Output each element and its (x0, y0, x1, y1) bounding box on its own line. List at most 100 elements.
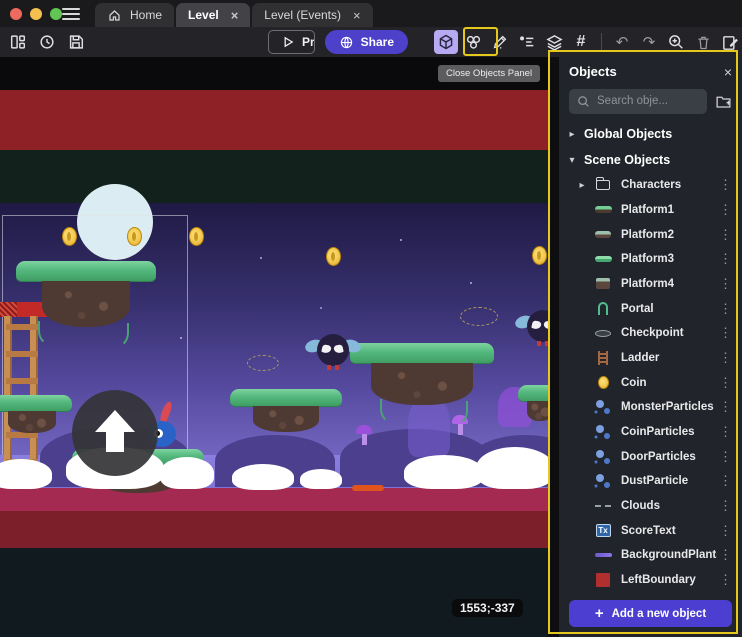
item-menu-icon[interactable]: ⋮ (717, 547, 734, 563)
panels-layout-icon (9, 33, 27, 51)
object-item[interactable]: Clouds ⋮ (559, 494, 742, 519)
coin-instance[interactable] (127, 227, 142, 246)
zoom-in-button[interactable] (664, 30, 688, 54)
coin-instance[interactable] (326, 247, 341, 266)
tooltip: Close Objects Panel (438, 65, 540, 82)
undo-button[interactable]: ↶ (610, 30, 634, 54)
platform-instance[interactable] (0, 395, 72, 433)
object-item[interactable]: Platform1 ⋮ (559, 198, 742, 223)
redo-button[interactable]: ↷ (637, 30, 661, 54)
item-menu-icon[interactable]: ⋮ (717, 227, 734, 243)
tab-level-events[interactable]: Level (Events) × (252, 3, 372, 27)
coin-instance[interactable] (189, 227, 204, 246)
coin-instance[interactable] (62, 227, 77, 246)
item-menu-icon[interactable]: ⋮ (717, 177, 734, 193)
minimize-window-button[interactable] (30, 8, 42, 20)
grid-button[interactable]: # (569, 30, 593, 54)
item-menu-icon[interactable]: ⋮ (717, 202, 734, 218)
cloud (160, 457, 214, 489)
share-button[interactable]: Share (325, 30, 408, 54)
edit-pencil-button[interactable] (488, 30, 512, 54)
close-tab-icon[interactable]: × (231, 8, 239, 23)
caret-right-icon[interactable]: ▸ (567, 129, 577, 140)
scene-canvas[interactable]: 1553;-337 (0, 57, 548, 637)
objects-panel-button[interactable] (434, 30, 458, 54)
object-item[interactable]: MonsterParticles ⋮ (559, 395, 742, 420)
item-menu-icon[interactable]: ⋮ (717, 498, 734, 514)
zoom-window-button[interactable] (50, 8, 62, 20)
edit-scene-properties-button[interactable] (718, 30, 742, 54)
main-menu-icon[interactable] (62, 8, 80, 20)
save-icon (67, 33, 85, 51)
cloud (300, 469, 342, 489)
item-menu-icon[interactable]: ⋮ (717, 325, 734, 341)
history-button[interactable] (35, 30, 59, 54)
monster-instance[interactable] (515, 310, 548, 350)
object-item[interactable]: Coin ⋮ (559, 370, 742, 395)
platform-instance[interactable] (230, 389, 342, 432)
delete-button[interactable] (691, 30, 715, 54)
add-folder-icon[interactable] (715, 93, 732, 110)
grid-icon: # (577, 33, 586, 51)
ladder-instance[interactable] (0, 316, 43, 466)
platform-instance[interactable] (16, 261, 156, 327)
instances-list-button[interactable] (515, 30, 539, 54)
redo-icon: ↷ (643, 33, 656, 51)
platform-thumbnail-icon (593, 202, 613, 218)
object-groups-button[interactable] (461, 30, 485, 54)
object-item[interactable]: Ladder ⋮ (559, 346, 742, 371)
close-panel-icon[interactable]: × (724, 64, 732, 80)
object-item[interactable]: BackgroundPlants ⋮ (559, 543, 742, 568)
object-item[interactable]: Tx ScoreText ⋮ (559, 518, 742, 543)
scene-objects-section[interactable]: ▾ Scene Objects (559, 147, 742, 173)
coin-instance[interactable] (532, 246, 547, 265)
object-item[interactable]: Portal ⋮ (559, 296, 742, 321)
item-menu-icon[interactable]: ⋮ (717, 449, 734, 465)
object-item[interactable]: Checkpoint ⋮ (559, 321, 742, 346)
item-menu-icon[interactable]: ⋮ (717, 473, 734, 489)
tab-level[interactable]: Level × (176, 3, 250, 27)
panels-layout-button[interactable] (6, 30, 30, 54)
monster-instance[interactable] (305, 334, 361, 374)
item-menu-icon[interactable]: ⋮ (717, 375, 734, 391)
platform-instance[interactable] (518, 385, 548, 421)
caret-down-icon[interactable]: ▾ (567, 155, 577, 166)
object-item[interactable]: CoinParticles ⋮ (559, 420, 742, 445)
caret-right-icon[interactable]: ▸ (577, 180, 587, 191)
tab-home[interactable]: Home (95, 3, 174, 27)
close-tab-icon[interactable]: × (353, 8, 361, 23)
bottom-darkred-band (0, 511, 548, 548)
item-menu-icon[interactable]: ⋮ (717, 251, 734, 267)
platform-instance[interactable] (350, 343, 494, 405)
layers-button[interactable] (542, 30, 566, 54)
object-item[interactable]: Platform3 ⋮ (559, 247, 742, 272)
item-menu-icon[interactable]: ⋮ (717, 424, 734, 440)
item-menu-icon[interactable]: ⋮ (717, 350, 734, 366)
item-menu-icon[interactable]: ⋮ (717, 523, 734, 539)
item-menu-icon[interactable]: ⋮ (717, 399, 734, 415)
object-item[interactable]: DustParticle ⋮ (559, 469, 742, 494)
close-window-button[interactable] (10, 8, 22, 20)
object-item[interactable]: Platform4 ⋮ (559, 272, 742, 297)
preview-button[interactable]: Preview (268, 30, 315, 54)
object-search-box[interactable] (569, 89, 707, 114)
item-menu-icon[interactable]: ⋮ (717, 301, 734, 317)
cloud-outline-instance[interactable] (247, 355, 279, 371)
item-menu-icon[interactable]: ⋮ (717, 276, 734, 292)
add-new-object-button[interactable]: + Add a new object (569, 600, 732, 627)
cloud-outline-instance[interactable] (460, 307, 498, 326)
cloud (404, 455, 484, 489)
object-item[interactable]: LeftBoundary ⋮ (559, 568, 742, 593)
object-search-input[interactable] (597, 95, 687, 107)
item-menu-icon[interactable]: ⋮ (717, 572, 734, 588)
jump-control-instance[interactable] (72, 390, 158, 476)
global-objects-section[interactable]: ▸ Global Objects (559, 122, 742, 148)
object-folder-characters[interactable]: ▸ Characters ⋮ (559, 173, 742, 198)
object-item[interactable]: DoorParticles ⋮ (559, 444, 742, 469)
object-item[interactable]: Platform2 ⋮ (559, 222, 742, 247)
zoom-in-icon (667, 33, 685, 51)
tab-label: Level (Events) (264, 8, 341, 22)
save-button[interactable] (64, 30, 88, 54)
platform-thumbnail-icon (593, 227, 613, 243)
up-arrow-icon (95, 410, 135, 454)
